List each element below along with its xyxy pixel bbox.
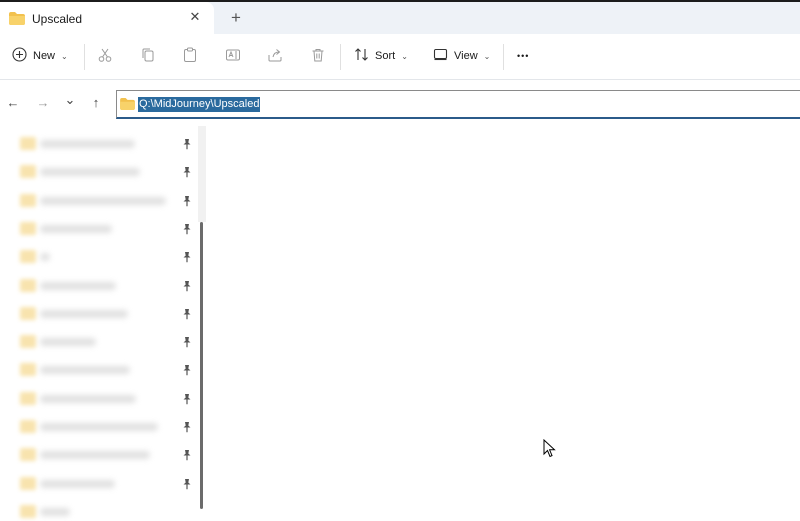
sidebar-item-label <box>40 196 166 205</box>
tab-strip: Upscaled ✕ + <box>0 0 800 35</box>
folder-icon <box>20 137 36 150</box>
divider <box>84 44 85 70</box>
add-circle-icon <box>12 47 27 65</box>
sidebar-item[interactable] <box>20 248 193 266</box>
folder-icon <box>20 363 36 377</box>
paste-icon[interactable] <box>182 47 198 63</box>
folder-icon <box>20 420 36 433</box>
view-button[interactable]: View ⌄ <box>433 45 490 67</box>
sidebar-item-label <box>40 394 136 403</box>
more-icon: ••• <box>517 51 530 61</box>
sort-label: Sort <box>375 50 396 62</box>
sidebar-item-label <box>40 423 158 431</box>
sidebar-item-label <box>40 309 128 318</box>
folder-icon <box>20 306 36 320</box>
folder-icon <box>20 504 36 518</box>
folder-icon <box>20 391 36 405</box>
sidebar-item[interactable] <box>20 305 193 323</box>
address-path[interactable]: Q:\MidJourney\Upscaled <box>138 97 261 112</box>
cut-icon[interactable] <box>97 47 113 63</box>
new-button[interactable]: New ⌄ <box>12 45 68 67</box>
sidebar-item-label <box>40 366 130 375</box>
scrollbar-track <box>198 126 206 222</box>
folder-icon <box>20 250 36 264</box>
sidebar-item[interactable] <box>20 475 193 493</box>
pin-icon <box>181 222 193 235</box>
folder-icon <box>20 165 36 179</box>
pin-icon <box>181 448 193 461</box>
pin-icon <box>181 363 193 376</box>
recent-locations-button[interactable]: ⌄ <box>63 93 77 107</box>
view-icon <box>433 47 448 65</box>
sidebar-item-label <box>40 224 112 233</box>
folder-icon <box>20 193 36 207</box>
navigation-bar: ← → ⌄ ↑ Q:\MidJourney\Upscaled <box>0 80 800 126</box>
share-icon[interactable] <box>267 47 283 63</box>
sidebar-item[interactable] <box>20 277 193 295</box>
pin-icon <box>181 137 193 150</box>
close-tab-button[interactable]: ✕ <box>188 10 202 24</box>
sidebar-item-label <box>40 479 115 488</box>
sidebar-item[interactable] <box>20 192 193 210</box>
chevron-down-icon: ⌄ <box>61 51 68 61</box>
sidebar-item-label <box>40 507 70 516</box>
pin-icon <box>181 477 193 490</box>
folder-icon <box>20 448 36 462</box>
chevron-down-icon: ⌄ <box>483 51 491 61</box>
sidebar-item[interactable] <box>20 333 193 351</box>
sidebar-item[interactable] <box>20 220 193 238</box>
sidebar-item[interactable] <box>20 135 193 153</box>
sidebar-item[interactable] <box>20 390 193 408</box>
sidebar-item-label <box>40 281 116 290</box>
divider <box>503 44 504 70</box>
mouse-cursor-icon <box>543 439 556 458</box>
copy-icon[interactable] <box>140 47 156 63</box>
sidebar-item[interactable] <box>20 361 193 379</box>
command-bar: New ⌄ Sort ⌄ View ⌄ ••• <box>0 34 800 80</box>
pin-icon <box>181 392 193 405</box>
scrollbar-thumb[interactable] <box>200 222 203 509</box>
sidebar-item-label <box>40 140 135 148</box>
address-bar[interactable]: Q:\MidJourney\Upscaled <box>116 90 800 119</box>
pin-icon <box>181 250 193 263</box>
sidebar-item-label <box>40 451 150 460</box>
sort-button[interactable]: Sort ⌄ <box>354 45 408 67</box>
view-label: View <box>454 50 478 62</box>
folder-icon <box>120 97 135 115</box>
sidebar-item[interactable] <box>20 503 190 521</box>
sidebar-item-label <box>40 168 140 177</box>
more-button[interactable]: ••• <box>517 45 529 67</box>
sidebar-item-label <box>40 338 96 347</box>
forward-button[interactable]: → <box>36 96 50 110</box>
pin-icon <box>181 279 193 291</box>
up-button[interactable]: ↑ <box>89 96 103 110</box>
sidebar-item[interactable] <box>20 418 193 436</box>
new-label: New <box>33 50 56 62</box>
navigation-pane <box>0 126 210 518</box>
rename-icon[interactable] <box>225 47 241 63</box>
sidebar-item[interactable] <box>20 446 193 464</box>
sidebar-item[interactable] <box>20 163 193 181</box>
sort-icon <box>354 47 369 65</box>
pin-icon <box>181 194 193 207</box>
pin-icon <box>181 307 193 320</box>
back-button[interactable]: ← <box>6 96 20 110</box>
pin-icon <box>181 335 193 348</box>
divider <box>340 44 341 70</box>
folder-icon <box>20 278 36 292</box>
pin-icon <box>181 420 193 433</box>
chevron-down-icon: ⌄ <box>401 51 408 61</box>
pin-icon <box>181 165 193 178</box>
tab-upscaled[interactable]: Upscaled ✕ <box>0 2 214 35</box>
folder-icon <box>20 476 36 490</box>
folder-icon <box>20 221 36 235</box>
delete-icon[interactable] <box>310 47 326 63</box>
new-tab-button[interactable]: + <box>228 9 244 26</box>
tab-title: Upscaled <box>32 12 83 26</box>
folder-icon <box>9 12 25 30</box>
sidebar-item-label <box>40 253 50 262</box>
file-list-area[interactable] <box>210 126 800 509</box>
folder-icon <box>20 335 36 349</box>
